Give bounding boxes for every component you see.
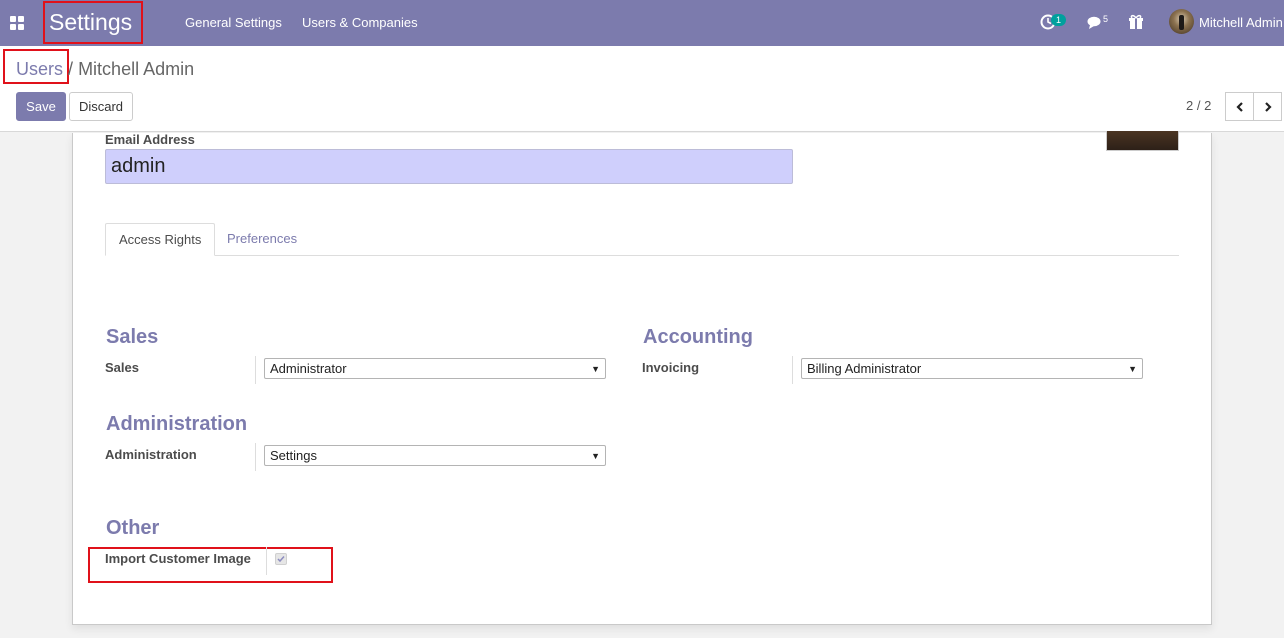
pager-value: 2 / 2 [1186, 98, 1212, 113]
discard-button[interactable]: Discard [69, 92, 133, 121]
breadcrumb: Users / Mitchell Admin [16, 59, 194, 80]
dropdown-caret-icon: ▼ [591, 451, 600, 461]
chevron-right-icon [1264, 101, 1272, 112]
invoicing-field-label: Invoicing [642, 360, 700, 375]
invoicing-select-value: Billing Administrator [807, 361, 922, 376]
invoicing-select[interactable]: Billing Administrator ▼ [801, 358, 1143, 379]
tab-preferences[interactable]: Preferences [214, 223, 310, 256]
apps-menu-icon[interactable] [10, 16, 24, 30]
user-menu-name[interactable]: Mitchell Admin [1199, 15, 1283, 30]
messages-chat-icon[interactable] [1086, 13, 1104, 31]
administration-select-value: Settings [270, 448, 317, 463]
app-brand[interactable]: Settings [43, 1, 143, 44]
sales-select-value: Administrator [270, 361, 347, 376]
pager-previous-button[interactable] [1225, 92, 1254, 121]
top-navbar: Settings General Settings Users & Compan… [0, 0, 1284, 46]
tab-access-rights[interactable]: Access Rights [105, 223, 216, 256]
sales-select[interactable]: Administrator ▼ [264, 358, 606, 379]
chevron-left-icon [1235, 101, 1243, 112]
sales-field-label: Sales [105, 360, 139, 375]
sales-separator [255, 356, 256, 384]
gift-icon[interactable] [1127, 13, 1145, 31]
activity-count-badge: 1 [1051, 14, 1067, 26]
email-label: Email Address [105, 132, 195, 147]
import-image-separator [266, 547, 267, 575]
invoicing-separator [792, 356, 793, 384]
import-customer-image-checkbox[interactable] [275, 553, 287, 565]
email-input[interactable] [105, 149, 793, 184]
dropdown-caret-icon: ▼ [591, 364, 600, 374]
messages-count-badge: 5 [1103, 14, 1109, 24]
dropdown-caret-icon: ▼ [1128, 364, 1137, 374]
breadcrumb-current: Mitchell Admin [78, 59, 195, 79]
administration-group-title: Administration [106, 413, 248, 435]
save-button[interactable]: Save [16, 92, 66, 121]
breadcrumb-separator: / [68, 59, 74, 79]
administration-separator [255, 443, 256, 471]
administration-field-label: Administration [105, 447, 197, 462]
checkmark-icon [277, 556, 285, 563]
menu-users-companies[interactable]: Users & Companies [302, 15, 418, 30]
user-image-field[interactable] [1106, 131, 1179, 151]
user-avatar[interactable] [1169, 9, 1194, 34]
sales-group-title: Sales [106, 326, 159, 348]
import-customer-image-label: Import Customer Image [105, 551, 251, 566]
menu-general-settings[interactable]: General Settings [185, 15, 282, 30]
administration-select[interactable]: Settings ▼ [264, 445, 606, 466]
breadcrumb-users-link[interactable]: Users [16, 59, 63, 79]
accounting-group-title: Accounting [643, 326, 753, 348]
pager-next-button[interactable] [1253, 92, 1282, 121]
other-group-title: Other [106, 517, 160, 539]
control-panel: Users / Mitchell Admin Save Discard 2 / … [0, 46, 1284, 132]
